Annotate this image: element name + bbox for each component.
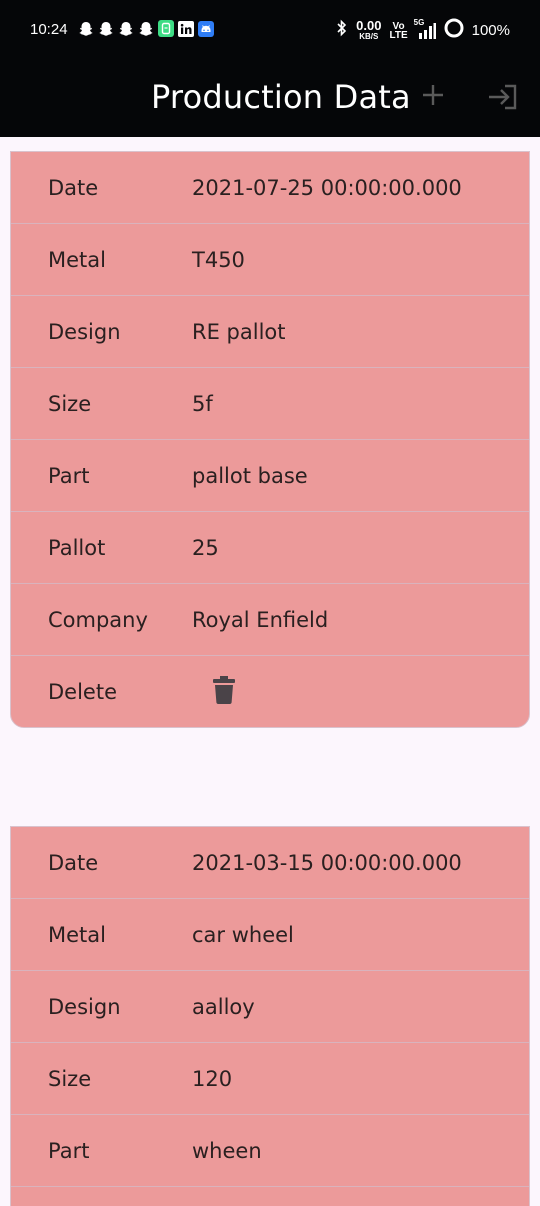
plus-icon (423, 85, 443, 105)
row-label: Size (48, 391, 92, 416)
record-row-delete: Delete (11, 656, 529, 727)
trash-icon (213, 675, 235, 704)
row-label: Metal (48, 922, 106, 947)
volte-indicator: Vo LTE (389, 20, 408, 41)
row-value: 2021-03-15 00:00:00.000 (192, 850, 462, 875)
record-row-design: Design aalloy (11, 971, 529, 1043)
row-value: car wheel (192, 922, 294, 947)
record-row-company: Company Royal Enfield (11, 584, 529, 656)
row-value: T450 (192, 247, 245, 272)
record-row-part: Part pallot base (11, 440, 529, 512)
signal-icon: 5G (414, 18, 436, 40)
record-row-date: Date 2021-07-25 00:00:00.000 (11, 152, 529, 224)
row-value: wheen (192, 1138, 262, 1163)
app-notification-icon (158, 20, 174, 37)
status-bar: 10:24 0.00 KB/S Vo LTE 5G 100% (0, 0, 540, 58)
snapchat-icon (98, 20, 114, 37)
record-row-metal: Metal T450 (11, 224, 529, 296)
row-label: Date (48, 175, 99, 200)
add-button[interactable] (416, 78, 450, 112)
record-row-design: Design RE pallot (11, 296, 529, 368)
record-row-size: Size 120 (11, 1043, 529, 1115)
record-row-size: Size 5f (11, 368, 529, 440)
row-value: 25 (192, 535, 219, 560)
snapchat-icon (78, 20, 94, 37)
network-speed: 0.00 KB/S (356, 18, 382, 41)
production-record-card: Date 2021-03-15 00:00:00.000 Metal car w… (10, 826, 530, 1206)
snapchat-icon (118, 20, 134, 37)
row-value: aalloy (192, 994, 255, 1019)
delete-button[interactable] (192, 675, 529, 709)
status-time: 10:24 (30, 21, 68, 38)
snapchat-icon (138, 20, 154, 37)
row-label: Metal (48, 247, 106, 272)
record-row-partial (11, 1187, 529, 1206)
row-label: Company (48, 607, 148, 632)
bluetooth-icon (336, 19, 348, 42)
row-value: 120 (192, 1066, 233, 1091)
row-value: 5f (192, 391, 213, 416)
row-label: Size (48, 1066, 92, 1091)
record-row-part: Part wheen (11, 1115, 529, 1187)
record-row-date: Date 2021-03-15 00:00:00.000 (11, 827, 529, 899)
row-value: pallot base (192, 463, 308, 488)
logout-icon (489, 84, 517, 110)
production-record-card: Date 2021-07-25 00:00:00.000 Metal T450 … (10, 151, 530, 728)
row-value: RE pallot (192, 319, 286, 344)
record-row-pallot: Pallot 25 (11, 512, 529, 584)
row-label: Delete (48, 680, 117, 704)
record-row-metal: Metal car wheel (11, 899, 529, 971)
row-value: 2021-07-25 00:00:00.000 (192, 175, 462, 200)
row-label: Design (48, 319, 121, 344)
linkedin-icon (178, 20, 194, 37)
app-bar: Production Data (0, 58, 540, 137)
battery-percent: 100% (471, 22, 510, 39)
android-app-icon (198, 20, 214, 37)
row-label: Design (48, 994, 121, 1019)
row-value: Royal Enfield (192, 607, 329, 632)
notification-icons (78, 20, 214, 37)
row-label: Part (48, 1138, 90, 1163)
row-label: Part (48, 463, 90, 488)
row-label: Date (48, 850, 99, 875)
status-right: 0.00 KB/S Vo LTE 5G 100% (336, 18, 510, 43)
page-title: Production Data (151, 78, 411, 116)
logout-button[interactable] (486, 80, 520, 114)
row-label: Pallot (48, 535, 106, 560)
battery-icon (444, 18, 464, 43)
